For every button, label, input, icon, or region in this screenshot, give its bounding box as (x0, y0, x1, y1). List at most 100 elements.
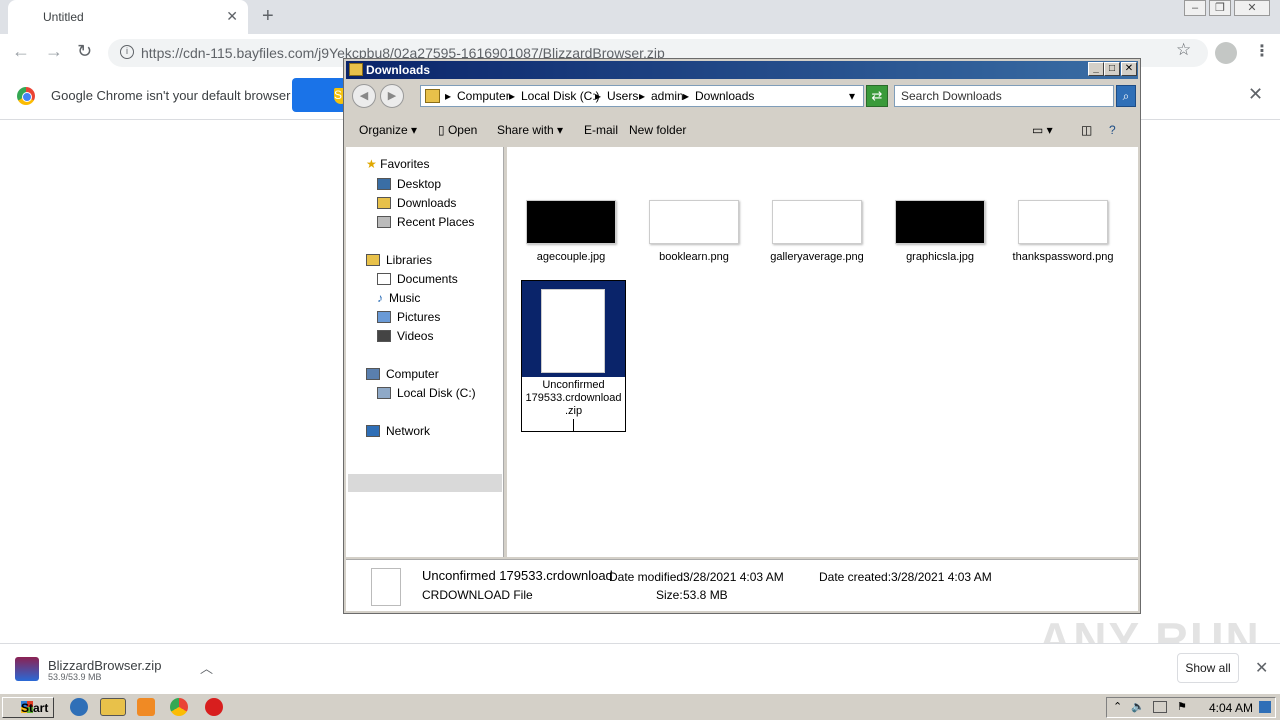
profile-avatar[interactable] (1215, 42, 1237, 64)
recent-places-icon (377, 216, 391, 228)
preview-pane-icon[interactable]: ◫ (1081, 123, 1092, 137)
nav-desktop[interactable]: Desktop (377, 177, 441, 191)
breadcrumb-separator-icon[interactable]: ▸ (639, 89, 645, 103)
details-created-value: 3/28/2021 4:03 AM (891, 570, 992, 584)
download-progress: 53.9/53.9 MB (48, 672, 102, 682)
back-icon[interactable]: ← (12, 41, 30, 62)
nav-recent-places[interactable]: Recent Places (377, 215, 474, 229)
close-window-icon[interactable]: ✕ (1234, 0, 1270, 16)
nav-favorites[interactable]: ★ Favorites (366, 157, 429, 171)
forward-arrow-icon[interactable]: ▶ (380, 84, 404, 108)
clock[interactable]: 4:04 AM (1209, 701, 1253, 715)
breadcrumb-downloads[interactable]: Downloads (695, 89, 754, 103)
address-row: ◀ ▶ ▸ Computer ▸ Local Disk (C:) ▸ Users… (346, 81, 1138, 111)
nav-pictures[interactable]: Pictures (377, 310, 440, 324)
nav-downloads[interactable]: Downloads (377, 196, 456, 210)
help-icon[interactable]: ? (1109, 123, 1116, 137)
chevron-up-icon[interactable]: ︿ (200, 658, 213, 677)
flag-icon[interactable]: ⚑ (1177, 700, 1187, 713)
view-icon[interactable]: ▭ ▾ (1032, 123, 1053, 137)
videos-icon (377, 330, 391, 342)
explorer-taskbar-icon[interactable] (100, 698, 126, 716)
bookmark-star-icon[interactable]: ☆ (1176, 40, 1191, 60)
breadcrumb-computer[interactable]: Computer (457, 89, 510, 103)
document-icon (541, 289, 605, 373)
show-desktop-icon[interactable] (1259, 701, 1271, 713)
ie-icon[interactable] (70, 698, 88, 716)
share-with-button[interactable]: Share with ▾ (497, 123, 563, 137)
refresh-icon[interactable]: ⇄ (866, 85, 888, 107)
search-placeholder: Search Downloads (901, 89, 1002, 103)
new-tab-icon[interactable]: + (262, 5, 274, 28)
desktop-icon (377, 178, 391, 190)
window-title: Downloads (366, 63, 431, 77)
nav-network-label: Network (386, 424, 431, 438)
info-icon[interactable]: i (120, 45, 134, 59)
reload-icon[interactable]: ↻ (77, 41, 92, 62)
organize-button[interactable]: Organize ▾ (359, 123, 417, 137)
window-titlebar[interactable]: Downloads _ □ ✕ (346, 61, 1138, 79)
tab-untitled[interactable]: Untitled ✕ (8, 0, 248, 34)
nav-music[interactable]: ♪ Music (377, 291, 420, 305)
rename-field[interactable]: Unconfirmed 179533.crdownload .zip (522, 379, 625, 418)
nav-local-disk[interactable]: Local Disk (C:) (377, 386, 476, 400)
start-label: Start (21, 701, 49, 715)
start-button[interactable]: Start (2, 697, 54, 718)
network-icon (366, 425, 380, 437)
nav-computer[interactable]: Computer (366, 367, 439, 381)
breadcrumb-separator-icon[interactable]: ▸ (595, 89, 601, 103)
maximize-icon[interactable]: □ (1104, 62, 1120, 76)
breadcrumb-local-disk[interactable]: Local Disk (C:) (521, 89, 600, 103)
email-button[interactable]: E-mail (584, 123, 618, 137)
media-player-icon[interactable] (137, 698, 155, 716)
nav-videos-label: Videos (397, 329, 434, 343)
details-pane: Unconfirmed 179533.crdownload CRDOWNLOAD… (346, 559, 1138, 611)
forward-icon[interactable]: → (45, 41, 63, 62)
selected-file-item[interactable]: Unconfirmed 179533.crdownload .zip (521, 280, 626, 432)
close-infobar-icon[interactable]: ✕ (1248, 84, 1263, 105)
search-input[interactable]: Search Downloads (894, 85, 1114, 107)
rename-line: 179533.crdownload (525, 392, 622, 404)
command-bar: Organize ▾ ▯ Open Share with ▾ E-mail Ne… (346, 113, 1138, 145)
nav-libraries[interactable]: Libraries (366, 253, 432, 267)
address-dropdown-icon[interactable]: ▾ (849, 89, 855, 103)
chrome-taskbar-icon[interactable] (170, 698, 188, 716)
breadcrumb-separator-icon[interactable]: ▸ (509, 89, 515, 103)
show-all-button[interactable]: Show all (1177, 653, 1239, 683)
nav-computer-label: Computer (386, 367, 439, 381)
restore-icon[interactable]: ❐ (1209, 0, 1231, 16)
pictures-icon (377, 311, 391, 323)
selection-highlight (522, 281, 625, 377)
desktop: Untitled ✕ + – ❐ ✕ ← → ↻ i https://cdn-1… (0, 0, 1280, 720)
volume-icon[interactable]: 🔈 (1131, 700, 1145, 713)
folder-icon (425, 89, 440, 103)
close-tab-icon[interactable]: ✕ (226, 8, 238, 25)
breadcrumb-admin[interactable]: admin (651, 89, 684, 103)
rename-line: Unconfirmed (542, 379, 605, 391)
minimize-icon[interactable]: _ (1088, 62, 1104, 76)
breadcrumb-separator-icon[interactable]: ▸ (445, 89, 451, 103)
back-arrow-icon[interactable]: ◀ (352, 84, 376, 108)
breadcrumb-users[interactable]: Users (607, 89, 638, 103)
close-icon[interactable]: ✕ (1121, 62, 1137, 76)
download-file-name: BlizzardBrowser.zip (48, 658, 162, 673)
download-shelf: BlizzardBrowser.zip 53.9/53.9 MB ︿ Show … (0, 643, 1280, 693)
network-tray-icon[interactable] (1153, 701, 1167, 713)
explorer-address-bar[interactable]: ▸ Computer ▸ Local Disk (C:) ▸ Users ▸ a… (420, 85, 864, 107)
nav-documents[interactable]: Documents (377, 272, 458, 286)
close-shelf-icon[interactable]: ✕ (1255, 658, 1268, 678)
nav-videos[interactable]: Videos (377, 329, 433, 343)
breadcrumb-separator-icon[interactable]: ▸ (683, 89, 689, 103)
nav-libraries-label: Libraries (386, 253, 433, 267)
search-icon[interactable]: ⌕ (1116, 85, 1136, 107)
minimize-icon[interactable]: – (1184, 0, 1206, 16)
nav-network[interactable]: Network (366, 424, 430, 438)
security-alert-icon[interactable] (205, 698, 223, 716)
menu-icon[interactable]: ⋮ (1254, 41, 1270, 61)
show-hidden-icons-icon[interactable]: ⌃ (1113, 700, 1122, 713)
new-folder-button[interactable]: New folder (629, 123, 686, 137)
open-button[interactable]: ▯ Open (438, 123, 477, 137)
computer-icon (366, 368, 380, 380)
file-list: agecouple.jpg booklearn.png galleryavera… (507, 147, 1138, 557)
file-name: galleryaverage.png (770, 251, 864, 263)
